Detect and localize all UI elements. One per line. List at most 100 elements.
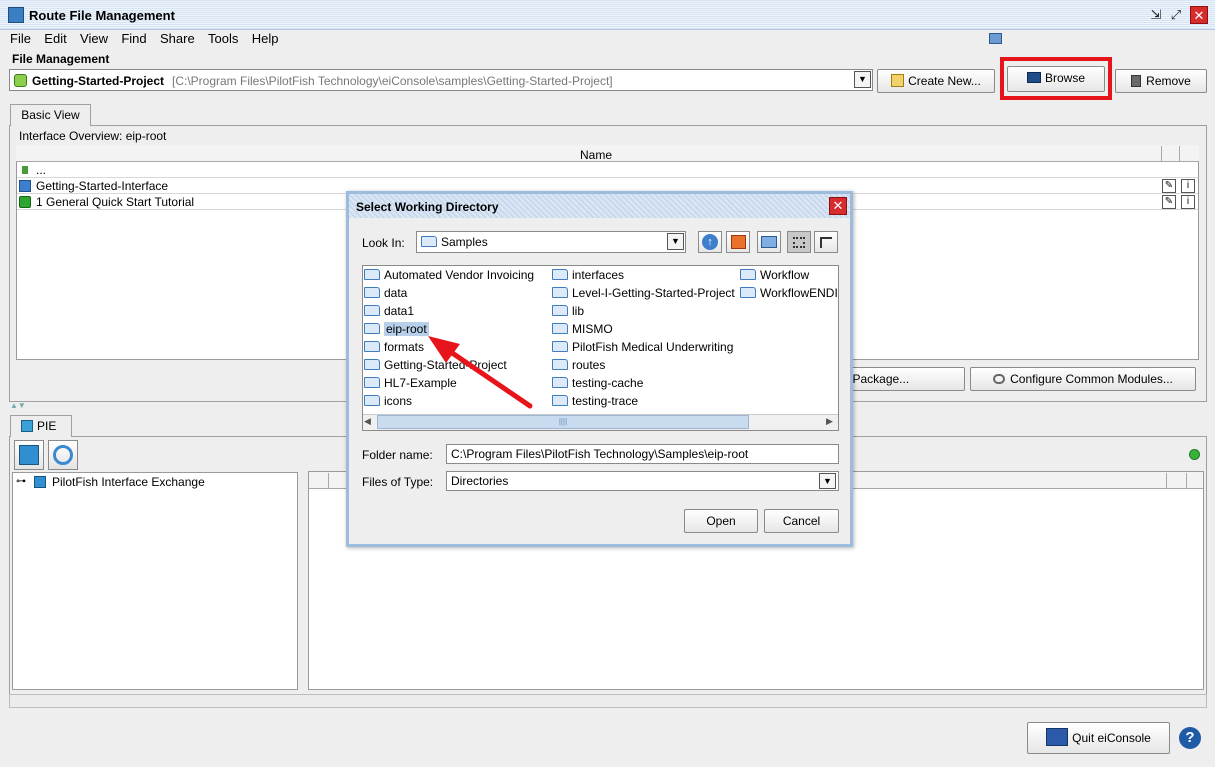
folder-icon bbox=[552, 287, 568, 298]
list-item[interactable]: data bbox=[364, 285, 407, 301]
list-item[interactable]: testing-trace bbox=[552, 393, 638, 409]
trash-icon bbox=[1131, 75, 1142, 87]
pie-icon bbox=[21, 420, 33, 432]
chevron-down-icon[interactable]: ▼ bbox=[854, 71, 871, 88]
tutorial-icon bbox=[19, 196, 31, 208]
up-one-level-button[interactable]: ↑ bbox=[698, 231, 722, 253]
refresh-button[interactable] bbox=[48, 440, 78, 470]
folder-name: MISMO bbox=[572, 322, 613, 336]
list-item[interactable]: formats bbox=[364, 339, 424, 355]
folder-name: formats bbox=[384, 340, 425, 354]
menu-find[interactable]: Find bbox=[121, 30, 146, 48]
folder-icon bbox=[364, 377, 380, 388]
details-view-button[interactable] bbox=[814, 231, 838, 253]
dialog-title: Select Working Directory bbox=[356, 200, 499, 214]
folder-name: data bbox=[384, 286, 408, 300]
folder-name-input[interactable]: C:\Program Files\PilotFish Technology\Sa… bbox=[446, 444, 839, 464]
key-icon[interactable]: ⊶ bbox=[16, 476, 26, 487]
configure-modules-label: Configure Common Modules... bbox=[1010, 372, 1173, 386]
table-row-parent[interactable]: ... bbox=[17, 162, 1198, 178]
list-item[interactable]: lib bbox=[552, 303, 584, 319]
folder-icon bbox=[364, 395, 380, 406]
list-item[interactable]: PilotFish Medical Underwriting bbox=[552, 339, 733, 355]
column-header-name[interactable]: Name bbox=[580, 148, 612, 162]
list-item-selected[interactable]: eip-root bbox=[364, 321, 429, 337]
network-icon[interactable] bbox=[989, 33, 1002, 44]
folder-icon bbox=[552, 359, 568, 370]
dialog-close-button[interactable]: ✕ bbox=[829, 197, 847, 215]
close-window-button[interactable]: ✕ bbox=[1190, 6, 1208, 24]
list-item[interactable]: interfaces bbox=[552, 267, 624, 283]
open-button[interactable]: Open bbox=[684, 509, 758, 533]
list-item[interactable]: routes bbox=[552, 357, 605, 373]
header-divider bbox=[1166, 473, 1167, 489]
list-item[interactable]: Workflow bbox=[740, 267, 809, 283]
chevron-down-icon[interactable]: ▼ bbox=[819, 473, 836, 489]
create-new-button[interactable]: Create New... bbox=[877, 69, 995, 93]
menu-view[interactable]: View bbox=[80, 30, 108, 48]
list-item[interactable]: data1 bbox=[364, 303, 414, 319]
tree-root-label[interactable]: PilotFish Interface Exchange bbox=[52, 475, 205, 489]
home-button[interactable] bbox=[726, 231, 750, 253]
minimize-button[interactable]: ⇲ bbox=[1147, 6, 1165, 24]
scroll-thumb[interactable]: |||| bbox=[377, 415, 749, 429]
splitter-handle[interactable]: ▲▼ bbox=[10, 401, 30, 410]
help-icon[interactable]: ? bbox=[1179, 727, 1201, 749]
cancel-button[interactable]: Cancel bbox=[764, 509, 839, 533]
home-icon bbox=[730, 235, 746, 249]
list-item[interactable]: MISMO bbox=[552, 321, 613, 337]
list-item[interactable]: testing-cache bbox=[552, 375, 643, 391]
status-bar bbox=[9, 694, 1207, 708]
menu-help[interactable]: Help bbox=[252, 30, 279, 48]
info-icon[interactable]: i bbox=[1181, 195, 1195, 209]
pie-tree[interactable] bbox=[12, 472, 298, 690]
project-icon bbox=[14, 74, 27, 87]
folder-name: Workflow bbox=[760, 268, 810, 282]
project-select[interactable]: Getting-Started-Project [C:\Program File… bbox=[9, 69, 873, 91]
menu-share[interactable]: Share bbox=[160, 30, 195, 48]
menu-tools[interactable]: Tools bbox=[208, 30, 238, 48]
folder-icon bbox=[552, 305, 568, 316]
list-item[interactable]: WorkflowENDI bbox=[740, 285, 838, 301]
menu-file[interactable]: File bbox=[10, 30, 31, 48]
remove-button[interactable]: Remove bbox=[1115, 69, 1207, 93]
folder-icon bbox=[421, 236, 437, 247]
info-icon[interactable]: i bbox=[1181, 179, 1195, 193]
list-item[interactable]: icons bbox=[364, 393, 412, 409]
new-folder-button[interactable] bbox=[757, 231, 781, 253]
chevron-down-icon[interactable]: ▼ bbox=[667, 233, 684, 250]
folder-name: Level-I-Getting-Started-Project bbox=[572, 286, 735, 300]
scroll-left-icon[interactable]: ◀ bbox=[364, 416, 371, 427]
header-divider bbox=[328, 473, 329, 489]
browse-highlight-box bbox=[1000, 57, 1112, 100]
title-bar bbox=[0, 0, 1215, 30]
list-item[interactable]: Automated Vendor Invoicing bbox=[364, 267, 534, 283]
link-icon bbox=[993, 374, 1006, 384]
folder-name: interfaces bbox=[572, 268, 625, 282]
edit-icon[interactable]: ✎ bbox=[1162, 179, 1176, 193]
create-new-label: Create New... bbox=[908, 74, 981, 88]
folder-name: icons bbox=[384, 394, 413, 408]
menu-edit[interactable]: Edit bbox=[44, 30, 66, 48]
configure-common-modules-button[interactable]: Configure Common Modules... bbox=[970, 367, 1196, 391]
quit-eiconsole-button[interactable]: Quit eiConsole bbox=[1027, 722, 1170, 754]
folder-icon bbox=[364, 359, 380, 370]
folder-icon bbox=[364, 269, 380, 280]
tab-basic-view[interactable]: Basic View bbox=[10, 104, 91, 126]
pie-home-button[interactable] bbox=[14, 440, 44, 470]
remove-label: Remove bbox=[1146, 74, 1191, 88]
list-item[interactable]: Level-I-Getting-Started-Project bbox=[552, 285, 735, 301]
look-in-select[interactable]: Samples ▼ bbox=[416, 231, 686, 253]
scroll-right-icon[interactable]: ▶ bbox=[826, 416, 833, 427]
tab-pie[interactable]: PIE bbox=[10, 415, 72, 437]
header-divider bbox=[1161, 146, 1162, 162]
folder-icon bbox=[740, 269, 756, 280]
files-of-type-select[interactable]: Directories ▼ bbox=[446, 471, 839, 491]
maximize-button[interactable]: ⤢ bbox=[1167, 6, 1185, 24]
edit-icon[interactable]: ✎ bbox=[1162, 195, 1176, 209]
folder-name: data1 bbox=[384, 304, 415, 318]
list-view-button[interactable] bbox=[787, 231, 811, 253]
folder-icon bbox=[552, 269, 568, 280]
annotation-arrow bbox=[428, 336, 533, 409]
header-divider bbox=[1179, 146, 1180, 162]
